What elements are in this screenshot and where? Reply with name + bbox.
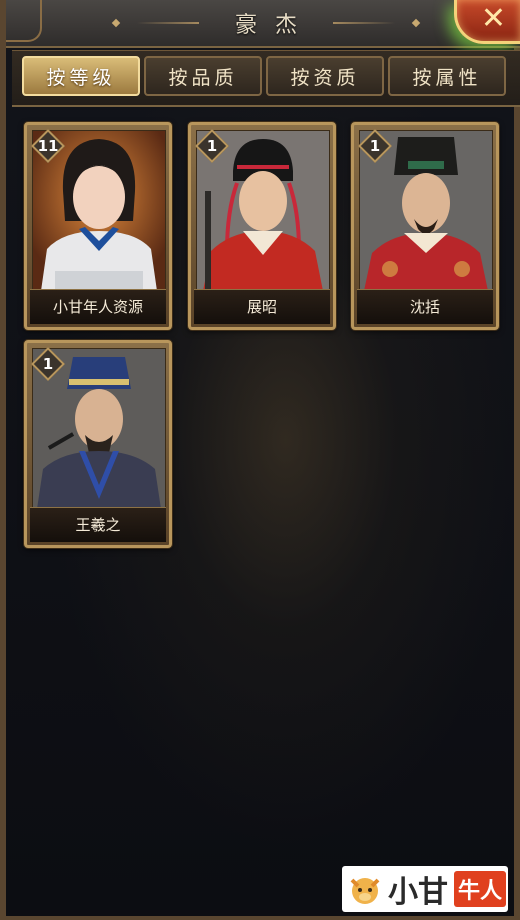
level-badge: 1: [358, 129, 392, 163]
ox-logo-icon: [350, 878, 380, 904]
watermark-text: 小甘: [388, 875, 448, 910]
level-number: 1: [369, 137, 381, 155]
hero-card[interactable]: 1 沈括: [351, 122, 499, 330]
title-line-left: [136, 22, 199, 24]
title-ornament-icon: [411, 18, 421, 28]
watermark-badge: 牛人: [454, 871, 507, 907]
hero-card[interactable]: 11 小甘年人资源: [24, 122, 172, 330]
sort-tab-bar: 按等级 按品质 按资质 按属性: [12, 50, 520, 107]
hero-grid: 11 小甘年人资源 1 展昭 1 沈括 1 王羲之: [6, 118, 520, 878]
watermark-logo: 小甘 牛人: [342, 866, 508, 912]
hero-card[interactable]: 1 展昭: [188, 122, 336, 330]
title-ornament-icon: [111, 18, 121, 28]
hero-card[interactable]: 1 王羲之: [24, 340, 172, 548]
tab-sort-by-aptitude[interactable]: 按资质: [266, 56, 384, 96]
title-line-right: [333, 22, 395, 24]
title-wrap: 豪杰: [6, 8, 520, 38]
hero-name: 小甘年人资源: [30, 289, 166, 324]
level-number: 11: [37, 137, 59, 155]
level-badge: 1: [195, 129, 229, 163]
level-number: 1: [42, 355, 54, 373]
level-badge: 1: [31, 347, 65, 381]
tab-sort-by-level[interactable]: 按等级: [22, 56, 140, 96]
hero-panel: 豪杰 ✕ 按等级 按品质 按资质 按属性 11 小甘年人资源 1 展昭 1 沈括…: [0, 0, 520, 920]
panel-title: 豪杰: [234, 13, 315, 38]
tab-sort-by-quality[interactable]: 按品质: [144, 56, 262, 96]
tab-sort-by-attribute[interactable]: 按属性: [388, 56, 506, 96]
hero-name: 王羲之: [30, 507, 166, 542]
panel-header: 豪杰 ✕: [6, 0, 520, 48]
hero-name: 展昭: [194, 289, 330, 324]
close-icon: ✕: [480, 0, 507, 36]
level-badge: 11: [31, 129, 65, 163]
hero-name: 沈括: [357, 289, 493, 324]
level-number: 1: [206, 137, 218, 155]
